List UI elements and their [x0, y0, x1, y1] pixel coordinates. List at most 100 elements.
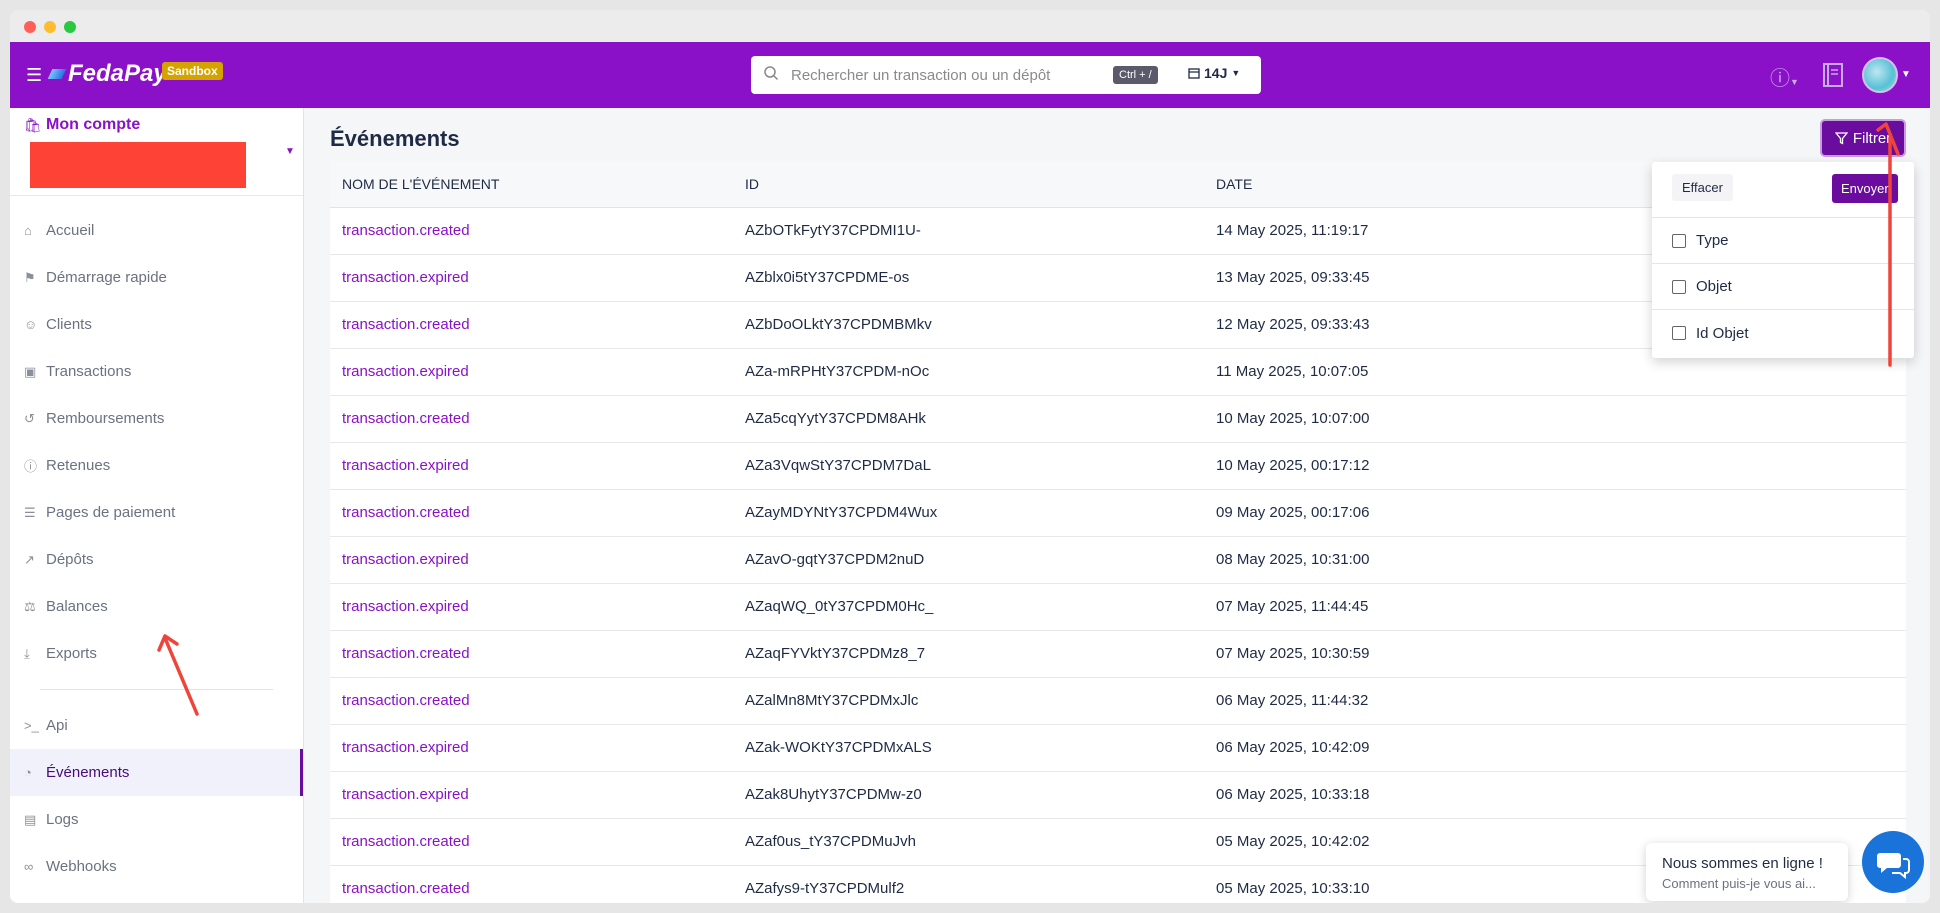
- redacted-account-name: [30, 142, 246, 188]
- brand-name: FedaPay: [68, 60, 167, 87]
- chat-subtitle: Comment puis-je vous ai...: [1662, 876, 1816, 891]
- annotation-arrow-sidebar: [157, 634, 199, 716]
- chat-launcher-button[interactable]: [1862, 831, 1924, 893]
- help-icon[interactable]: ⓘ▼: [1770, 62, 1804, 90]
- filter-checkbox[interactable]: [1672, 326, 1686, 340]
- event-name-link[interactable]: transaction.expired: [330, 348, 733, 396]
- sidebar-item-accueil[interactable]: ⌂ Accueil: [10, 207, 303, 254]
- sidebar-item-transactions[interactable]: ▣ Transactions: [10, 348, 303, 395]
- sidebar-item-demarrage-rapide[interactable]: ⚑ Démarrage rapide: [10, 254, 303, 301]
- event-date-cell: 06 May 2025, 10:42:09: [1204, 724, 1906, 772]
- chevron-down-icon[interactable]: ▼: [1901, 69, 1911, 80]
- event-date-cell: 06 May 2025, 11:44:32: [1204, 677, 1906, 725]
- event-name-link[interactable]: transaction.created: [330, 677, 733, 725]
- sidebar-item-depots[interactable]: ↗ Dépôts: [10, 536, 303, 583]
- clear-filters-button[interactable]: Effacer: [1672, 174, 1733, 201]
- hamburger-icon[interactable]: ☰: [26, 65, 42, 86]
- sidebar-item-label: Logs: [46, 811, 79, 828]
- event-id-cell: AZafys9-tY37CPDMulf2: [733, 865, 1204, 903]
- table-row[interactable]: transaction.created AZayMDYNtY37CPDM4Wux 0…: [330, 489, 1906, 537]
- filter-checkbox[interactable]: [1672, 233, 1686, 248]
- event-id-cell: AZaf0us_tY37CPDMuJvh: [733, 818, 1204, 866]
- table-row[interactable]: transaction.expired AZaqWQ_0tY37CPDM0Hc_ 0…: [330, 583, 1906, 631]
- event-id-cell: AZalMn8MtY37CPDMxJlc: [733, 677, 1204, 725]
- table-row[interactable]: transaction.created AZaqFYVktY37CPDMz8_7 0…: [330, 630, 1906, 678]
- money-icon: ▣: [24, 363, 37, 379]
- event-name-link[interactable]: transaction.created: [330, 630, 733, 678]
- event-date-cell: 09 May 2025, 00:17:06: [1204, 489, 1906, 537]
- event-name-link[interactable]: transaction.expired: [330, 724, 733, 772]
- table-row[interactable]: transaction.created AZalMn8MtY37CPDMxJlc 0…: [330, 677, 1906, 725]
- sidebar-item-label: Exports: [46, 645, 97, 662]
- event-id-cell: AZbOTkFytY37CPDMI1U-: [733, 207, 1204, 255]
- event-date-cell: 06 May 2025, 10:33:18: [1204, 771, 1906, 819]
- table-row[interactable]: transaction.expired AZa3VqwStY37CPDM7DaL 1…: [330, 442, 1906, 490]
- chat-widget-bubble[interactable]: Nous sommes en ligne ! Comment puis-je v…: [1646, 843, 1848, 901]
- event-id-cell: AZa3VqwStY37CPDM7DaL: [733, 442, 1204, 490]
- sidebar-item-webhooks[interactable]: ∞ Webhooks: [10, 843, 303, 890]
- sidebar-nav: ⌂ Accueil ⚑ Démarrage rapide ☺ Clients ▣ Transa…: [10, 207, 303, 890]
- table-row[interactable]: transaction.created AZa5cqYytY37CPDM8AHk 1…: [330, 395, 1906, 443]
- sidebar-item-logs[interactable]: ▤ Logs: [10, 796, 303, 843]
- filter-option-label: Id Objet: [1696, 324, 1749, 342]
- maximize-window-button[interactable]: [64, 21, 76, 33]
- event-id-cell: AZavO-gqtY37CPDM2nuD: [733, 536, 1204, 584]
- event-name-link[interactable]: transaction.created: [330, 489, 733, 537]
- table-row[interactable]: transaction.expired AZak8UhytY37CPDMw-z0 0…: [330, 771, 1906, 819]
- sidebar-item-label: Retenues: [46, 457, 111, 474]
- sidebar-item-retenues[interactable]: ⓘ Retenues: [10, 442, 303, 489]
- period-selector[interactable]: 14J ▼: [1188, 65, 1240, 81]
- sidebar-item-label: Balances: [46, 598, 108, 615]
- table-row[interactable]: transaction.expired AZavO-gqtY37CPDM2nuD 0…: [330, 536, 1906, 584]
- event-name-link[interactable]: transaction.expired: [330, 442, 733, 490]
- sidebar-item-label: Accueil: [46, 222, 95, 239]
- avatar[interactable]: [1862, 57, 1898, 93]
- close-window-button[interactable]: [24, 21, 36, 33]
- search-shortcut-hint: Ctrl + /: [1113, 66, 1158, 84]
- column-header-event-name[interactable]: NOM DE L'ÉVÉNEMENT: [330, 161, 733, 208]
- table-row[interactable]: transaction.expired AZak-WOKtY37CPDMxALS 0…: [330, 724, 1906, 772]
- event-date-cell: 08 May 2025, 10:31:00: [1204, 536, 1906, 584]
- event-name-link[interactable]: transaction.expired: [330, 536, 733, 584]
- sidebar-item-evenements[interactable]: ◔ Événements: [10, 749, 303, 796]
- event-name-link[interactable]: transaction.expired: [330, 583, 733, 631]
- minimize-window-button[interactable]: [44, 21, 56, 33]
- docs-book-icon[interactable]: [1822, 62, 1844, 88]
- sidebar-item-remboursements[interactable]: ↺ Remboursements: [10, 395, 303, 442]
- sidebar-item-balances[interactable]: ⚖ Balances: [10, 583, 303, 630]
- info-icon: ⓘ: [24, 459, 38, 474]
- brand-logo[interactable]: FedaPay: [47, 60, 167, 88]
- chat-title: Nous sommes en ligne !: [1662, 855, 1823, 872]
- sidebar-item-label: Transactions: [46, 363, 132, 380]
- calendar-icon: [1188, 68, 1200, 79]
- sidebar-item-pages-de-paiement[interactable]: ☰ Pages de paiement: [10, 489, 303, 536]
- flag-icon: ⚑: [24, 269, 36, 285]
- top-bar: ☰ FedaPay Sandbox Ctrl + / 14J ▼ ⓘ▼ ▼: [10, 42, 1930, 108]
- account-switcher[interactable]: 🛍 Mon compte ▼: [10, 108, 303, 196]
- event-id-cell: AZa-mRPHtY37CPDM-nOc: [733, 348, 1204, 396]
- event-name-link[interactable]: transaction.expired: [330, 254, 733, 302]
- sidebar-item-clients[interactable]: ☺ Clients: [10, 301, 303, 348]
- sidebar-item-label: Démarrage rapide: [46, 269, 167, 286]
- search-input[interactable]: [791, 56, 1091, 94]
- event-date-cell: 07 May 2025, 11:44:45: [1204, 583, 1906, 631]
- event-date-cell: 10 May 2025, 10:07:00: [1204, 395, 1906, 443]
- filter-checkbox[interactable]: [1672, 279, 1686, 294]
- filter-icon: [1834, 131, 1848, 145]
- user-icon: ☺: [24, 317, 38, 332]
- event-name-link[interactable]: transaction.created: [330, 818, 733, 866]
- event-name-link[interactable]: transaction.created: [330, 395, 733, 443]
- home-icon: ⌂: [24, 223, 32, 238]
- event-name-link[interactable]: transaction.created: [330, 207, 733, 255]
- event-name-link[interactable]: transaction.created: [330, 865, 733, 903]
- column-header-id[interactable]: ID: [733, 161, 1204, 208]
- account-title: Mon compte: [46, 116, 141, 133]
- bag-icon: 🛍: [24, 117, 42, 133]
- event-name-link[interactable]: transaction.expired: [330, 771, 733, 819]
- filter-option-label: Type: [1696, 232, 1729, 249]
- link-icon: ∞: [24, 859, 34, 874]
- event-id-cell: AZak-WOKtY37CPDMxALS: [733, 724, 1204, 772]
- terminal-icon: >_: [24, 718, 39, 733]
- event-name-link[interactable]: transaction.created: [330, 301, 733, 349]
- event-id-cell: AZayMDYNtY37CPDM4Wux: [733, 489, 1204, 537]
